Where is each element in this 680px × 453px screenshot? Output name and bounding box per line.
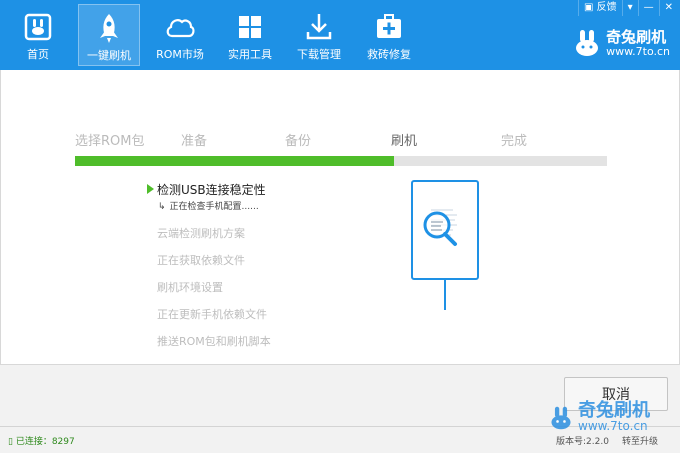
task-check-usb: 检测USB连接稳定性	[157, 183, 266, 197]
brand-url: www.7to.cn	[606, 44, 670, 58]
flash-progress-fill	[75, 156, 395, 166]
step-backup: 备份	[285, 134, 312, 149]
watermark-name: 奇兔刷机	[578, 400, 650, 421]
task-push-rom-script: 推送ROM包和刷机脚本	[157, 335, 271, 348]
watermark-url: www.7to.cn	[578, 419, 648, 433]
task-cloud-detect: 云端检测刷机方案	[157, 227, 245, 240]
step-select-rom: 选择ROM包	[75, 134, 145, 149]
step-complete: 完成	[501, 134, 528, 149]
usb-cable-line	[444, 280, 446, 310]
current-task-arrow-icon	[147, 184, 154, 194]
flash-progress-bar	[75, 156, 607, 166]
rocket-icon	[100, 14, 118, 43]
nav-one-click-flash-label: 一键刷机	[87, 49, 131, 62]
flash-progress-panel: 选择ROM包 准备 备份 刷机 完成 检测USB连接稳定性 ↳ 正在检查手机配置.…	[0, 70, 680, 364]
feedback-button[interactable]: ▣ 反馈	[577, 0, 622, 16]
home-rabbit-icon	[24, 13, 52, 41]
nav-rom-market-label: ROM市场	[156, 48, 204, 61]
menu-dropdown-button[interactable]: ▾	[621, 0, 638, 16]
first-aid-kit-icon	[377, 14, 401, 38]
close-button[interactable]: ✕	[658, 0, 678, 16]
magnifier-icon	[423, 209, 457, 246]
watermark-logo: 奇兔刷机 www.7to.cn	[548, 402, 650, 433]
sub-status-hook-icon: ↳	[158, 202, 166, 212]
phone-connected-icon: ▯	[8, 437, 16, 447]
grid-tools-icon	[239, 16, 261, 38]
task-sub-status: ↳ 正在检查手机配置......	[158, 202, 259, 212]
top-nav-bar: 首页 一键刷机 ROM市场 实用工具 下载管理 救砖修复 ▣ 反馈 ▾ — ✕ …	[0, 0, 680, 70]
minimize-button[interactable]: —	[637, 0, 659, 16]
nav-home[interactable]: 首页	[12, 4, 64, 66]
step-flash: 刷机	[391, 134, 418, 149]
nav-download-manager[interactable]: 下载管理	[290, 4, 348, 66]
rabbit-logo-icon	[576, 30, 599, 56]
nav-brick-repair[interactable]: 救砖修复	[360, 4, 418, 66]
step-prepare: 准备	[181, 134, 208, 149]
feedback-icon: ▣	[583, 2, 597, 13]
rabbit-watermark-icon	[551, 406, 571, 429]
nav-utilities[interactable]: 实用工具	[222, 4, 278, 66]
nav-brick-repair-label: 救砖修复	[367, 48, 411, 61]
window-controls: ▣ 反馈 ▾ — ✕	[577, 0, 678, 16]
task-update-phone-files: 正在更新手机依赖文件	[157, 308, 267, 321]
nav-one-click-flash[interactable]: 一键刷机	[78, 4, 140, 66]
nav-utilities-label: 实用工具	[228, 48, 272, 61]
phone-magnifier-icon	[411, 180, 479, 280]
nav-home-label: 首页	[27, 48, 49, 61]
download-icon	[306, 14, 332, 40]
nav-download-manager-label: 下载管理	[297, 48, 341, 61]
task-get-dependencies: 正在获取依赖文件	[157, 254, 245, 267]
task-env-setup: 刷机环境设置	[157, 281, 223, 294]
upgrade-link[interactable]: 转至升级	[622, 434, 658, 447]
cloud-icon	[166, 19, 195, 38]
brand-logo: 奇兔刷机 www.7to.cn	[572, 28, 670, 58]
connection-status: ▯ 已连接：8297	[8, 437, 75, 447]
nav-rom-market[interactable]: ROM市场	[150, 4, 210, 66]
version-text: 版本号:2.2.0	[556, 437, 609, 447]
brand-name: 奇兔刷机	[606, 27, 667, 46]
dropdown-arrow-icon: ▾	[627, 2, 633, 13]
